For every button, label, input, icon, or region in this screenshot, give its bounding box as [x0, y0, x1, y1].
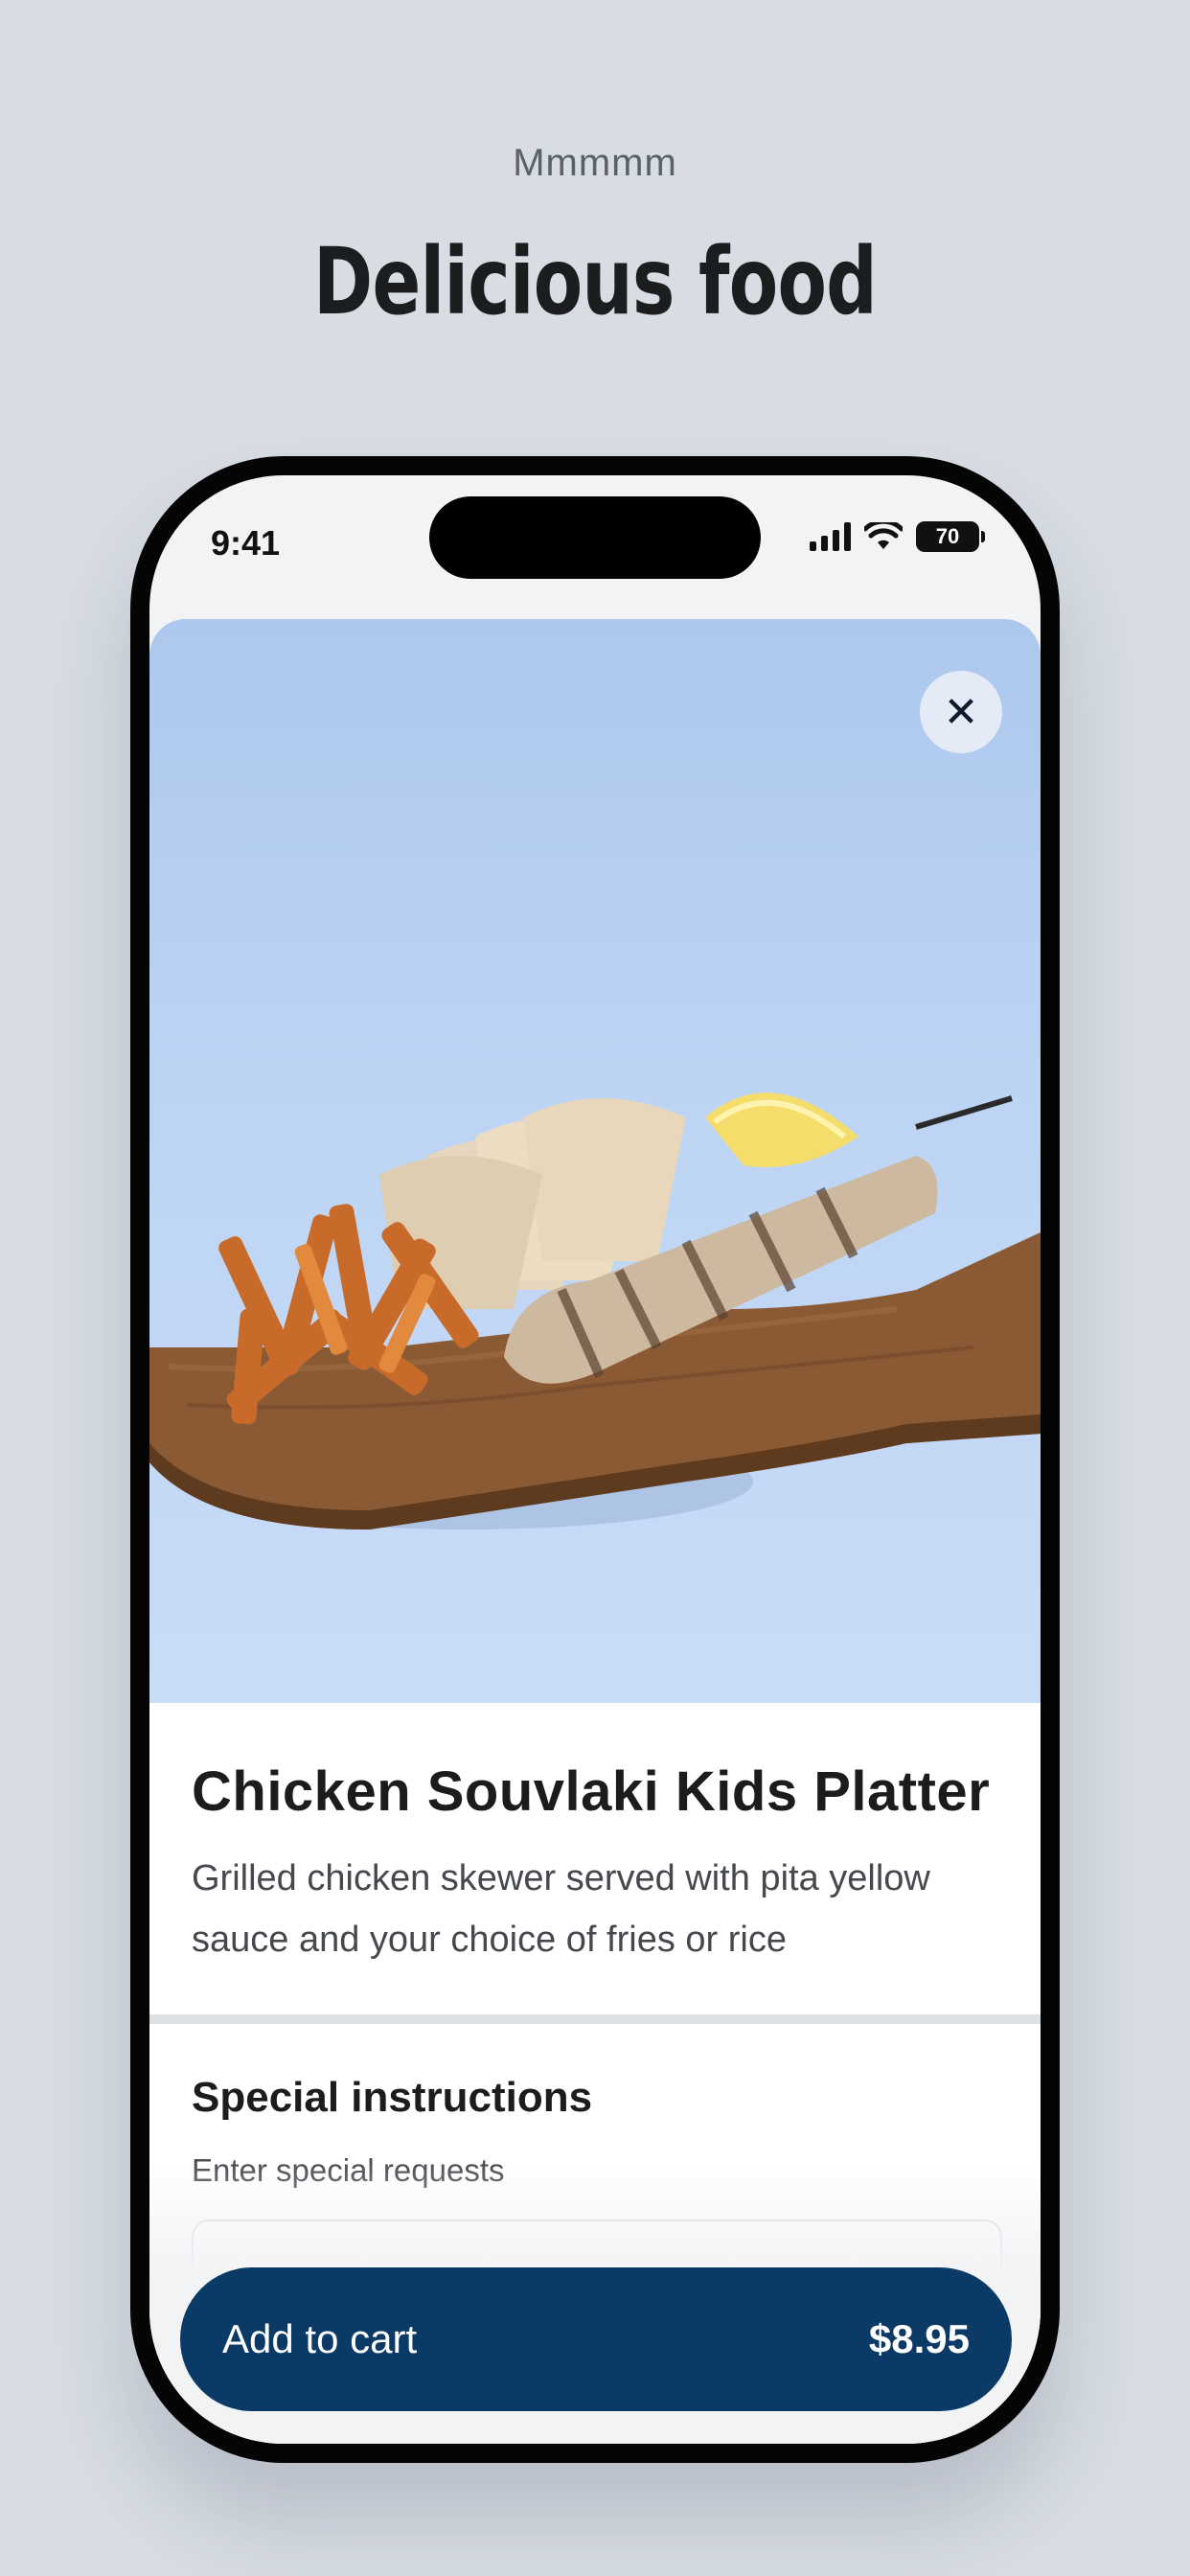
item-title: Chicken Souvlaki Kids Platter — [192, 1760, 991, 1823]
food-illustration — [149, 1092, 1041, 1530]
signal-icon — [810, 522, 851, 551]
dynamic-island — [429, 496, 761, 579]
close-icon: ✕ — [943, 688, 979, 736]
header-kicker: Mmmmm — [513, 142, 677, 184]
cart-price: $8.95 — [868, 2316, 970, 2361]
page-headline: Delicious food — [313, 228, 878, 335]
phone-screen: 9:41 70 ✕ Chicken Souvlaki Kids Platter … — [149, 475, 1041, 2444]
wifi-icon — [864, 522, 903, 549]
status-icons: 70 — [810, 521, 985, 552]
section-divider — [149, 2014, 1041, 2024]
add-to-cart-label: Add to cart — [222, 2316, 418, 2361]
special-instructions-title: Special instructions — [192, 2074, 593, 2121]
item-description: Grilled chicken skewer served with pita … — [192, 1858, 930, 1960]
status-time: 9:41 — [211, 523, 281, 563]
close-button[interactable]: ✕ — [920, 671, 1002, 753]
food-image: ✕ — [149, 619, 1041, 1703]
battery-icon: 70 — [916, 521, 985, 552]
add-to-cart-button[interactable]: Add to cart $8.95 — [180, 2267, 1012, 2411]
phone-frame: 9:41 70 ✕ Chicken Souvlaki Kids Platter … — [130, 456, 1060, 2463]
